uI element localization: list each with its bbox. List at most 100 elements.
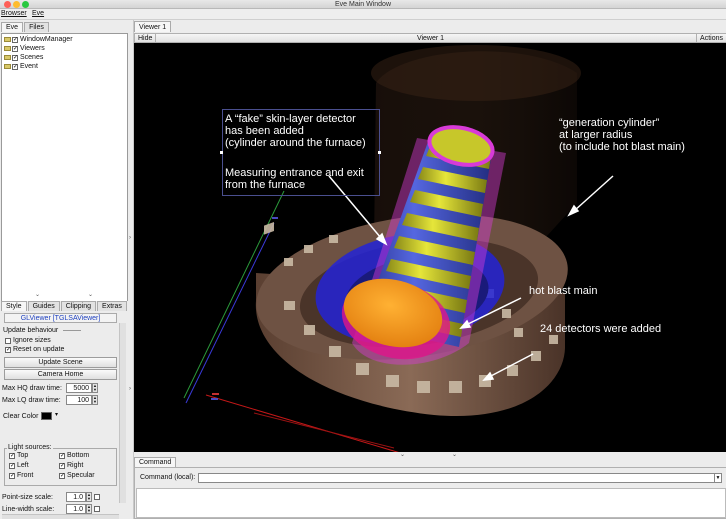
max-hq-label: Max HQ draw time: [2, 385, 62, 392]
tab-eve[interactable]: Eve [1, 22, 24, 32]
point-size-label: Point-size scale: [2, 494, 53, 501]
tab-extras[interactable]: Extras [97, 301, 127, 311]
editor-vertical-scrollbar[interactable] [119, 323, 126, 503]
splitter-handle-icon[interactable]: ⌄ [35, 291, 40, 298]
light-top-checkbox[interactable]: ✓ Top [9, 452, 28, 459]
line-width-input[interactable]: 1.0 [66, 504, 86, 514]
checkbox-icon[interactable]: ✓ [5, 346, 11, 353]
tree-checkbox[interactable]: ✓ [12, 54, 18, 61]
actions-button[interactable]: Actions [696, 34, 726, 43]
ignore-sizes-checkbox[interactable]: Ignore sizes [5, 337, 51, 344]
tree-item-windowmanager[interactable]: ✓ WindowManager [4, 35, 73, 44]
checkbox-icon[interactable] [5, 337, 11, 344]
light-front-checkbox[interactable]: ✓ Front [9, 472, 33, 479]
gl-viewer-editor: Style Guides Clipping Extras GLViewer [T… [0, 301, 131, 519]
menu-browser[interactable]: Browser [1, 10, 27, 17]
tree-checkbox[interactable]: ✓ [12, 36, 18, 43]
menu-eve[interactable]: Eve [32, 10, 44, 17]
line-width-spinner[interactable]: ▲ ▼ [86, 504, 92, 514]
color-dropdown-icon[interactable]: ▾ [55, 411, 58, 418]
tree-item-label: Scenes [20, 54, 44, 61]
tree-item-event[interactable]: ✓ Event [4, 62, 38, 71]
checkbox-icon[interactable]: ✓ [9, 472, 15, 479]
tree-item-viewers[interactable]: ✓ Viewers [4, 44, 45, 53]
checkbox-icon[interactable]: ✓ [59, 462, 65, 469]
line-width-checkbox[interactable] [94, 506, 100, 512]
tab-style[interactable]: Style [1, 301, 27, 311]
viewer-title: Viewer 1 [416, 35, 445, 42]
light-specular-checkbox[interactable]: ✓ Specular [59, 472, 95, 479]
detectors-annotation: 24 detectors were added [540, 323, 662, 335]
update-scene-button[interactable]: Update Scene [4, 357, 117, 368]
tab-clipping[interactable]: Clipping [60, 301, 97, 311]
zoom-window-button[interactable] [22, 1, 29, 8]
checkbox-icon[interactable]: ✓ [59, 472, 65, 479]
folder-icon [4, 64, 11, 69]
max-lq-label: Max LQ draw time: [2, 397, 61, 404]
folder-icon [4, 37, 11, 42]
tab-guides[interactable]: Guides [27, 301, 60, 311]
checkbox-icon[interactable]: ✓ [9, 462, 15, 469]
point-size-checkbox[interactable] [94, 494, 100, 500]
tree-item-label: Event [20, 63, 38, 70]
eve-tree: ✓ WindowManager ✓ Viewers ✓ Scenes ✓ Eve… [1, 33, 128, 308]
tab-viewer-1[interactable]: Viewer 1 [134, 21, 172, 32]
checkbox-icon[interactable]: ✓ [9, 452, 15, 459]
tree-item-label: Viewers [20, 45, 45, 52]
hide-button[interactable]: Hide [135, 34, 157, 43]
gl-viewport[interactable]: A “fake” skin-layer detector has been ad… [134, 43, 726, 452]
chevron-down-icon[interactable]: ▼ [714, 474, 721, 482]
light-left-checkbox[interactable]: ✓ Left [9, 462, 29, 469]
tab-files[interactable]: Files [24, 22, 49, 32]
editor-horizontal-scrollbar[interactable] [2, 514, 119, 519]
command-label: Command (local): [140, 474, 196, 481]
max-hq-input[interactable]: 5000 [66, 383, 92, 393]
tree-item-scenes[interactable]: ✓ Scenes [4, 53, 43, 62]
generation-cylinder-annotation: “generation cylinder” at larger radius (… [559, 117, 685, 153]
folder-icon [4, 46, 11, 51]
max-lq-spinner[interactable]: ▲ ▼ [92, 395, 98, 405]
checkbox-icon[interactable]: ✓ [59, 452, 65, 459]
light-sources-label: Light sources: [7, 444, 53, 451]
close-window-button[interactable] [4, 1, 11, 8]
light-bottom-checkbox[interactable]: ✓ Bottom [59, 452, 89, 459]
command-output [136, 488, 726, 518]
gl-viewer-title: GLViewer [TGLSAViewer] [4, 313, 117, 323]
viewer-header: Viewer 1 Hide Actions [134, 33, 726, 43]
splitter-arrow-icon[interactable]: › [129, 235, 131, 241]
tree-checkbox[interactable]: ✓ [12, 63, 18, 70]
clear-color-label: Clear Color [3, 413, 39, 420]
resize-handle[interactable] [220, 151, 223, 154]
clear-color-swatch[interactable] [41, 412, 52, 420]
point-size-input[interactable]: 1.0 [66, 492, 86, 502]
folder-icon [4, 55, 11, 60]
window-titlebar: Eve Main Window [0, 0, 726, 9]
resize-handle[interactable] [378, 151, 381, 154]
furnace-scene [183, 45, 614, 452]
tree-item-label: WindowManager [20, 36, 73, 43]
line-width-label: Line-width scale: [2, 506, 55, 513]
editor-tabs: Style Guides Clipping Extras [1, 301, 128, 311]
measuring-annotation: Measuring entrance and exit from the fur… [225, 167, 364, 191]
command-panel: Command (local): ▼ [134, 467, 726, 519]
splitter-arrow-icon[interactable]: › [129, 386, 131, 392]
left-panel: Eve Files ✓ WindowManager ✓ Viewers ✓ Sc… [0, 20, 131, 519]
max-lq-input[interactable]: 100 [66, 395, 92, 405]
window-title: Eve Main Window [334, 1, 392, 8]
splitter-handle-icon[interactable]: ⌄ [88, 291, 93, 298]
left-tabs: Eve Files [1, 22, 50, 32]
hot-blast-main-annotation: hot blast main [529, 285, 598, 297]
point-size-spinner[interactable]: ▲ ▼ [86, 492, 92, 502]
fake-detector-annotation: A “fake” skin-layer detector has been ad… [225, 113, 366, 149]
update-behaviour-label: Update behaviour [3, 327, 82, 334]
max-hq-spinner[interactable]: ▲ ▼ [92, 383, 98, 393]
command-input[interactable]: ▼ [198, 473, 722, 483]
minimize-window-button[interactable] [13, 1, 20, 8]
reset-on-update-checkbox[interactable]: ✓ Reset on update [5, 346, 64, 353]
light-right-checkbox[interactable]: ✓ Right [59, 462, 83, 469]
command-area: Command Command (local): ▼ [134, 457, 726, 519]
tab-command[interactable]: Command [134, 457, 177, 467]
menubar: Browser Eve [0, 9, 726, 20]
tree-checkbox[interactable]: ✓ [12, 45, 18, 52]
camera-home-button[interactable]: Camera Home [4, 369, 117, 380]
